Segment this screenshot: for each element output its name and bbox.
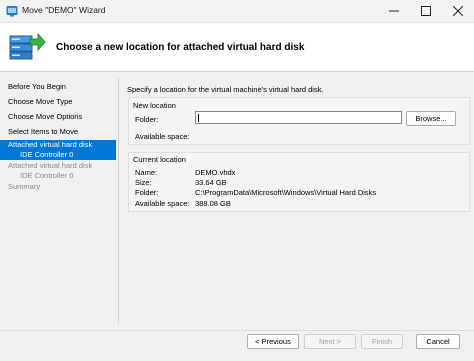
current-size-label: Size:	[135, 178, 152, 187]
nav-step-attached-vhd-2: Attached virtual hard disk IDE Controlle…	[0, 161, 116, 181]
window-title: Move "DEMO" Wizard	[22, 5, 106, 15]
folder-input[interactable]	[195, 111, 402, 124]
nav-step-choose-move-options[interactable]: Choose Move Options	[0, 112, 116, 122]
folder-label: Folder:	[135, 115, 159, 124]
maximize-button[interactable]	[410, 0, 442, 22]
server-move-icon	[9, 32, 46, 60]
new-location-title: New location	[133, 101, 176, 110]
minimize-button[interactable]	[378, 0, 410, 22]
nav-step-label: Summary	[8, 182, 41, 191]
nav-step-before-you-begin[interactable]: Before You Begin	[0, 82, 116, 92]
close-icon	[453, 6, 463, 16]
current-size-value: 33.64 GB	[195, 178, 227, 187]
nav-step-label: Attached virtual hard disk	[8, 161, 93, 170]
nav-step-choose-move-type[interactable]: Choose Move Type	[0, 97, 116, 107]
maximize-icon	[421, 6, 431, 16]
minimize-icon	[389, 10, 399, 12]
cancel-button[interactable]: Cancel	[416, 334, 460, 349]
nav-step-label: Choose Move Type	[8, 97, 73, 106]
nav-step-sublabel: IDE Controller 0	[20, 150, 74, 159]
previous-button[interactable]: < Previous	[247, 334, 299, 349]
nav-step-label: Attached virtual hard disk	[8, 140, 93, 149]
hyper-v-app-icon	[6, 6, 18, 17]
current-name-value: DEMO.vhdx	[195, 168, 236, 177]
title-bar: Move "DEMO" Wizard	[0, 0, 474, 23]
nav-step-summary: Summary	[0, 182, 116, 192]
wizard-header: Choose a new location for attached virtu…	[0, 23, 474, 72]
nav-step-attached-vhd-1[interactable]: Attached virtual hard disk IDE Controlle…	[0, 140, 116, 160]
nav-step-label: Choose Move Options	[8, 112, 83, 121]
finish-button[interactable]: Finish	[361, 334, 403, 349]
available-space-label: Available space:	[135, 132, 190, 141]
instruction-text: Specify a location for the virtual machi…	[127, 85, 324, 94]
nav-step-label: Select Items to Move	[8, 127, 79, 136]
page-heading: Choose a new location for attached virtu…	[56, 42, 305, 53]
current-folder-label: Folder:	[135, 188, 159, 197]
current-available-space-label: Available space:	[135, 199, 190, 208]
footer-divider	[0, 330, 474, 331]
current-location-title: Current location	[133, 155, 186, 164]
wizard-steps-nav: Before You Begin Choose Move Type Choose…	[0, 72, 118, 330]
browse-button[interactable]: Browse...	[406, 111, 456, 126]
close-button[interactable]	[442, 0, 474, 22]
text-caret	[198, 114, 199, 122]
current-available-space-value: 388.08 GB	[195, 199, 231, 208]
next-button[interactable]: Next >	[304, 334, 356, 349]
nav-step-select-items[interactable]: Select Items to Move	[0, 127, 116, 137]
nav-step-sublabel: IDE Controller 0	[20, 171, 74, 180]
nav-step-label: Before You Begin	[8, 82, 66, 91]
current-folder-value: C:\ProgramData\Microsoft\Windows\Virtual…	[195, 188, 377, 197]
current-name-label: Name:	[135, 168, 158, 177]
